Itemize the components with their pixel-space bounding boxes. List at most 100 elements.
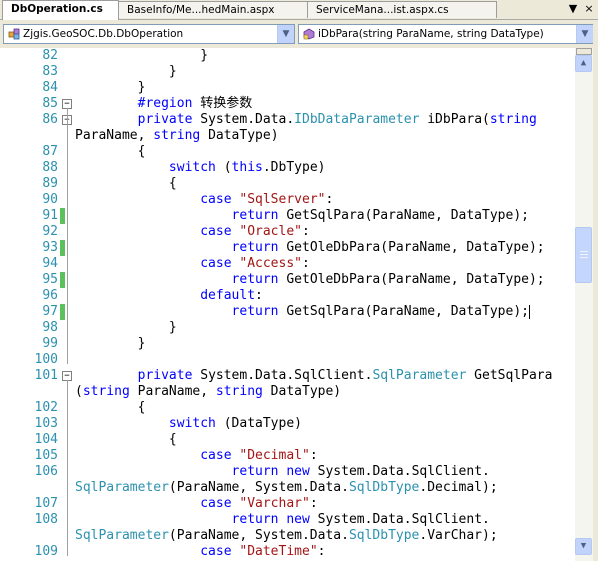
line-number: 82 (42, 48, 58, 63)
chevron-down-icon[interactable]: ▼ (277, 25, 294, 43)
code-token: System.Data.SqlClient. (309, 464, 490, 479)
line-number: 95 (42, 272, 58, 287)
splitter-handle[interactable] (576, 48, 592, 55)
code-token: ( (75, 384, 83, 399)
code-line[interactable]: 94 case "Access": (0, 256, 575, 272)
tab-list-dropdown-icon[interactable]: ▼ (566, 2, 580, 16)
code-line[interactable]: 95 return GetOleDbPara(ParaName, DataTyp… (0, 272, 575, 288)
code-line[interactable]: 93 return GetOleDbPara(ParaName, DataTyp… (0, 240, 575, 256)
tab-servicemana-aspx-cs[interactable]: ServiceMana...ist.aspx.cs (307, 1, 497, 18)
change-marker (60, 304, 65, 320)
scroll-thumb[interactable] (575, 227, 592, 283)
line-number: 104 (34, 432, 58, 447)
code-line[interactable]: 88 switch (this.DbType) (0, 160, 575, 176)
code-token: DataType) (200, 128, 279, 143)
code-text: case "Access": (75, 256, 310, 272)
document-tab-bar: DbOperation.cs BaseInfo/Me...hedMain.asp… (0, 0, 598, 20)
code-token: SqlParameter (75, 480, 169, 495)
vertical-scrollbar[interactable]: ▲ ▼ (575, 48, 593, 561)
chevron-down-icon[interactable]: ▼ (576, 25, 593, 43)
type-combo-value: Zjgis.GeoSOC.Db.DbOperation (23, 28, 184, 40)
code-line[interactable]: 92 case "Oracle": (0, 224, 575, 240)
code-token: return (231, 464, 279, 479)
code-token: #region (137, 96, 193, 111)
code-token: } (75, 320, 177, 335)
code-line[interactable]: 98 } (0, 320, 575, 336)
code-line[interactable]: 104 { (0, 432, 575, 448)
code-token: (DataType) (215, 416, 302, 431)
line-number: 84 (42, 80, 58, 95)
code-token: System.Data.SqlClient. (309, 512, 490, 527)
code-line[interactable]: 105 case "Decimal": (0, 448, 575, 464)
type-combo[interactable]: Zjgis.GeoSOC.Db.DbOperation ▼ (3, 24, 295, 44)
code-token: DataType) (262, 384, 342, 399)
code-line[interactable]: (string ParaName, string DataType) (0, 384, 575, 400)
code-token: new (286, 512, 310, 527)
code-line[interactable]: SqlParameter(ParaName, System.Data.SqlDb… (0, 480, 575, 496)
line-number: 109 (34, 544, 58, 559)
scroll-down-arrow-icon[interactable]: ▼ (575, 538, 592, 555)
code-line[interactable]: 89 { (0, 176, 575, 192)
line-number: 99 (42, 336, 58, 351)
code-text: private System.Data.IDbDataParameter iDb… (75, 112, 537, 128)
code-line[interactable]: 84 } (0, 80, 575, 96)
code-line[interactable]: 82 } (0, 48, 575, 64)
code-line[interactable]: ParaName, string DataType) (0, 128, 575, 144)
code-token: switch (168, 160, 216, 175)
code-line[interactable]: 108 return new System.Data.SqlClient. (0, 512, 575, 528)
member-combo[interactable]: iDbPara(string ParaName, string DataType… (298, 24, 594, 44)
code-text: case "DateTime": (75, 544, 325, 560)
code-token: { (75, 400, 146, 415)
window-border (593, 20, 598, 561)
code-token: System.Data.SqlClient. (192, 368, 373, 383)
code-line[interactable]: 100 (0, 352, 575, 368)
code-line[interactable]: 101− private System.Data.SqlClient.SqlPa… (0, 368, 575, 384)
code-line[interactable]: 96 default: (0, 288, 575, 304)
code-text: ParaName, string DataType) (75, 128, 279, 144)
outline-guide (67, 124, 68, 364)
code-line[interactable]: 103 switch (DataType) (0, 416, 575, 432)
code-line[interactable]: 86− private System.Data.IDbDataParameter… (0, 112, 575, 128)
line-number: 103 (34, 416, 58, 431)
code-token: : (255, 288, 263, 303)
line-number: 88 (42, 160, 58, 175)
code-text: return new System.Data.SqlClient. (75, 464, 490, 480)
code-line[interactable]: 109 case "DateTime": (0, 544, 575, 560)
code-line[interactable]: 91 return GetSqlPara(ParaName, DataType)… (0, 208, 575, 224)
code-text: } (75, 80, 146, 96)
close-tab-icon[interactable]: × (582, 2, 596, 16)
code-token: GetOleDbPara(ParaName, DataType); (278, 240, 545, 255)
scroll-up-arrow-icon[interactable]: ▲ (575, 55, 592, 72)
code-token: } (75, 64, 177, 79)
code-token: return (231, 272, 279, 287)
code-line[interactable]: 106 return new System.Data.SqlClient. (0, 464, 575, 480)
code-line[interactable]: 90 case "SqlServer": (0, 192, 575, 208)
code-line[interactable]: 87 { (0, 144, 575, 160)
code-line[interactable]: 83 } (0, 64, 575, 80)
change-marker (60, 272, 65, 288)
code-text: } (75, 336, 146, 352)
code-line[interactable]: 85− #region 转换参数 (0, 96, 575, 112)
code-line[interactable]: 97 return GetSqlPara(ParaName, DataType)… (0, 304, 575, 320)
code-text: { (75, 176, 177, 192)
outline-guide (67, 380, 68, 556)
code-editor[interactable]: 82 }83 }84 }85− #region 转换参数86− private … (0, 48, 575, 561)
code-text: case "SqlServer": (75, 192, 333, 208)
code-line[interactable]: 102 { (0, 400, 575, 416)
code-token: : (302, 256, 310, 271)
code-token: return (231, 512, 279, 527)
code-line[interactable]: 99 } (0, 336, 575, 352)
code-text: return GetSqlPara(ParaName, DataType); (75, 304, 530, 320)
code-line[interactable]: 107 case "Varchar": (0, 496, 575, 512)
tab-baseinfo-aspx[interactable]: BaseInfo/Me...hedMain.aspx (118, 1, 308, 18)
line-number: 101 (34, 368, 58, 383)
code-line[interactable]: SqlParameter(ParaName, System.Data.SqlDb… (0, 528, 575, 544)
code-token: } (75, 336, 146, 351)
tab-dboperation-cs[interactable]: DbOperation.cs (2, 0, 119, 20)
code-token: { (75, 176, 177, 191)
